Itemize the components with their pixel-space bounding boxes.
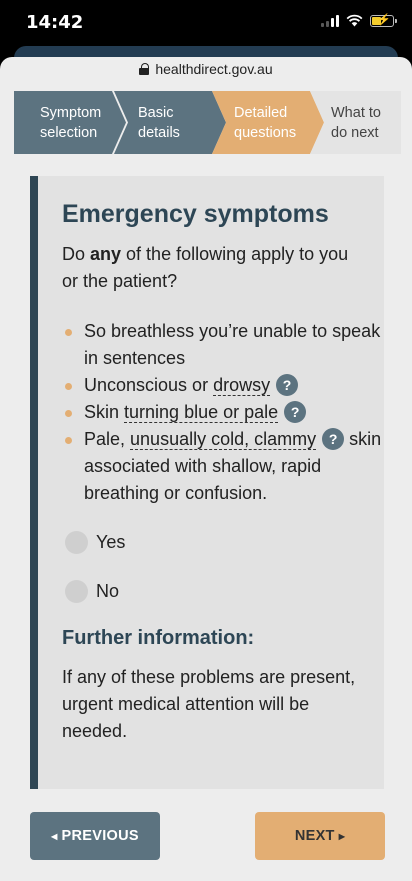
step-basic-details[interactable]: Basic details: [114, 91, 226, 154]
term-unusually-cold-clammy[interactable]: unusually cold, clammy: [130, 429, 317, 450]
previous-button[interactable]: ◀ PREVIOUS: [30, 812, 160, 860]
further-information-heading: Further information:: [62, 627, 255, 649]
next-label: NEXT: [294, 828, 335, 844]
symptom-item: So breathless you’re unable to speak in …: [62, 318, 382, 372]
symptom-item: Pale, unusually cold, clammy? skin assoc…: [62, 426, 382, 507]
status-bar: 14:42 ⚡: [0, 0, 412, 46]
help-icon[interactable]: ?: [284, 401, 307, 423]
url-bar[interactable]: healthdirect.gov.au: [0, 57, 412, 81]
further-information-text: If any of these problems are present, ur…: [62, 667, 356, 741]
next-button[interactable]: NEXT ▶: [255, 812, 385, 860]
radio-label-yes: Yes: [96, 532, 126, 552]
radio-button-no[interactable]: [65, 580, 88, 603]
progress-steps: Symptom selection Basic details Detailed qu…: [14, 91, 401, 154]
lock-icon: [139, 63, 150, 75]
symptom-list: So breathless you’re unable to speak in …: [62, 318, 382, 507]
step-detailed-questions: Detailed questions: [212, 91, 324, 154]
status-icons: ⚡: [321, 14, 397, 27]
term-turning-blue-or-pale[interactable]: turning blue or pale: [124, 402, 279, 423]
symptom-item: Skin turning blue or pale?: [62, 399, 382, 426]
question-text: Do any of the following apply to you or …: [62, 244, 349, 291]
question-emphasis: any: [90, 244, 122, 264]
status-time: 14:42: [26, 12, 84, 33]
term-drowsy[interactable]: drowsy: [213, 375, 271, 396]
step-symptom-selection[interactable]: Symptom selection: [14, 91, 126, 154]
question-card: Emergency symptoms Do any of the followi…: [30, 176, 384, 789]
radio-option-no[interactable]: No: [65, 580, 119, 603]
help-icon[interactable]: ?: [322, 428, 345, 450]
radio-label-no: No: [96, 581, 120, 601]
symptom-item: Unconscious or drowsy?: [62, 372, 382, 399]
radio-option-yes[interactable]: Yes: [65, 531, 125, 554]
cellular-signal-icon: [321, 14, 339, 27]
radio-button-yes[interactable]: [65, 531, 88, 554]
chevron-right-icon: ▶: [338, 831, 346, 841]
wifi-icon: [346, 14, 363, 27]
chevron-left-icon: ◀: [51, 831, 58, 841]
battery-icon: ⚡: [370, 14, 397, 27]
url-text: healthdirect.gov.au: [155, 61, 273, 77]
previous-label: PREVIOUS: [61, 828, 139, 844]
card-title: Emergency symptoms: [62, 200, 329, 228]
help-icon[interactable]: ?: [276, 374, 299, 396]
browser-sheet: healthdirect.gov.au Symptom selection Bas…: [0, 57, 412, 881]
